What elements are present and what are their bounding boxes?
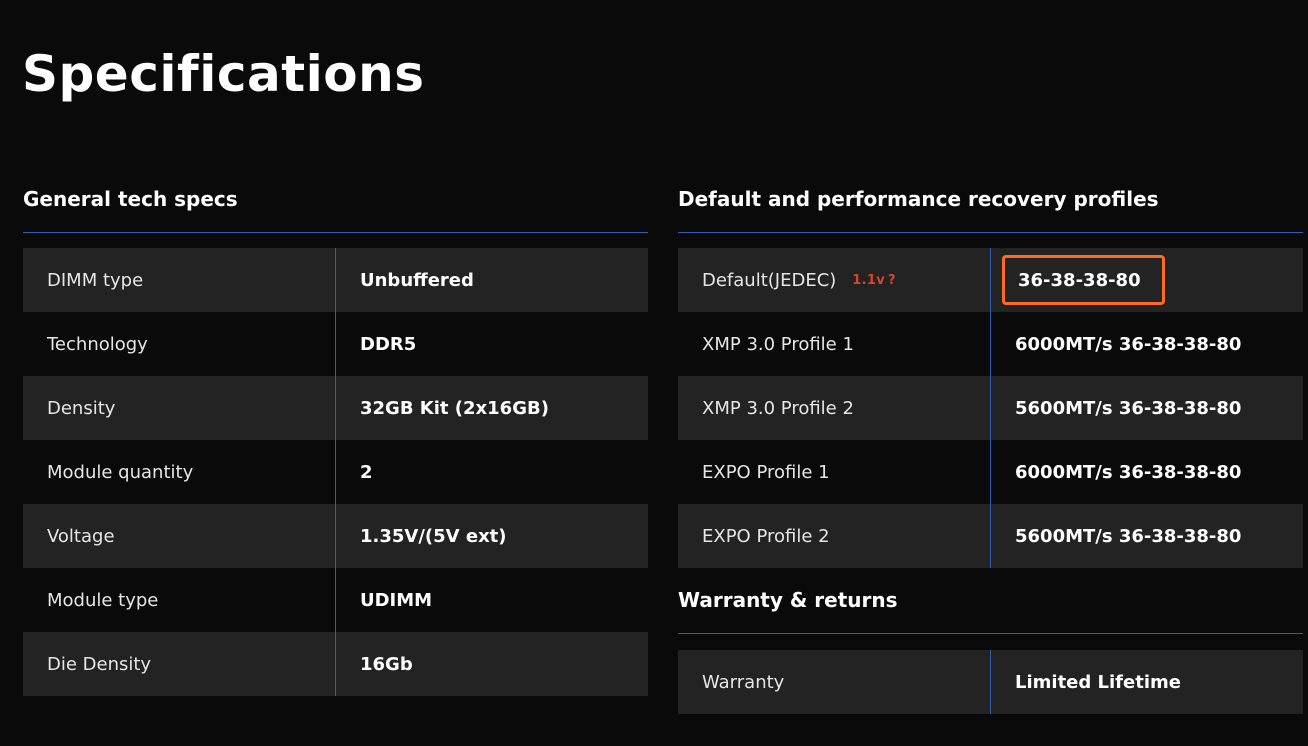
spec-label-module-quantity: Module quantity — [23, 440, 336, 504]
section-divider — [23, 232, 648, 233]
voltage-badge: 1.1v — [852, 272, 886, 288]
spec-label-xmp-profile-1: XMP 3.0 Profile 1 — [678, 312, 991, 376]
spec-value-xmp-profile-2: 5600MT/s 36-38-38-80 — [1015, 397, 1242, 419]
spec-value-expo-profile-2: 5600MT/s 36-38-38-80 — [1015, 525, 1242, 547]
spec-label-expo-profile-1: EXPO Profile 1 — [678, 440, 991, 504]
table-row: EXPO Profile 1 6000MT/s 36-38-38-80 — [678, 440, 1303, 504]
help-icon[interactable]: ? — [888, 273, 896, 288]
spec-label-default-jedec: Default(JEDEC) 1.1v ? — [678, 248, 991, 312]
table-row: Voltage 1.35V/(5V ext) — [23, 504, 648, 568]
warranty-table: Warranty Limited Lifetime — [678, 650, 1303, 714]
table-row: Density 32GB Kit (2x16GB) — [23, 376, 648, 440]
spec-label-module-type: Module type — [23, 568, 336, 632]
spec-label-technology: Technology — [23, 312, 336, 376]
spec-label-die-density: Die Density — [23, 632, 336, 696]
table-row: XMP 3.0 Profile 2 5600MT/s 36-38-38-80 — [678, 376, 1303, 440]
spec-label-warranty: Warranty — [678, 650, 991, 714]
spec-value-die-density: 16Gb — [360, 653, 413, 675]
table-row: Default(JEDEC) 1.1v ? 36-38-38-80 — [678, 248, 1303, 312]
spec-label-xmp-profile-2: XMP 3.0 Profile 2 — [678, 376, 991, 440]
table-row: Die Density 16Gb — [23, 632, 648, 696]
spec-value-xmp-profile-1: 6000MT/s 36-38-38-80 — [1015, 333, 1242, 355]
spec-value-warranty: Limited Lifetime — [1015, 671, 1181, 693]
spec-value-module-quantity: 2 — [360, 461, 373, 483]
warranty-section: Warranty & returns Warranty Limited Life… — [678, 586, 1303, 714]
section-divider — [678, 633, 1303, 634]
table-row: EXPO Profile 2 5600MT/s 36-38-38-80 — [678, 504, 1303, 568]
spec-value-module-type: UDIMM — [360, 589, 433, 611]
spec-value-technology: DDR5 — [360, 333, 417, 355]
highlighted-timing-box: 36-38-38-80 — [1002, 255, 1165, 305]
table-row: Module quantity 2 — [23, 440, 648, 504]
general-tech-specs-section: General tech specs DIMM type Unbuffered … — [23, 185, 648, 696]
spec-value-density: 32GB Kit (2x16GB) — [360, 397, 549, 419]
spec-value-dimm-type: Unbuffered — [360, 269, 474, 291]
specifications-page: Specifications General tech specs DIMM t… — [0, 0, 1308, 746]
spec-value-voltage: 1.35V/(5V ext) — [360, 525, 507, 547]
table-row: DIMM type Unbuffered — [23, 248, 648, 312]
table-row: Technology DDR5 — [23, 312, 648, 376]
profiles-table: Default(JEDEC) 1.1v ? 36-38-38-80 XMP 3.… — [678, 248, 1303, 568]
spec-value-expo-profile-1: 6000MT/s 36-38-38-80 — [1015, 461, 1242, 483]
section-heading-warranty: Warranty & returns — [678, 588, 898, 612]
spec-value-default-jedec: 36-38-38-80 — [991, 248, 1303, 312]
general-specs-table: DIMM type Unbuffered Technology DDR5 Den… — [23, 248, 648, 696]
table-row: XMP 3.0 Profile 1 6000MT/s 36-38-38-80 — [678, 312, 1303, 376]
spec-label-density: Density — [23, 376, 336, 440]
section-divider — [678, 232, 1303, 233]
section-heading-general: General tech specs — [23, 187, 238, 211]
default-jedec-timing: 36-38-38-80 — [1018, 269, 1141, 291]
section-heading-profiles: Default and performance recovery profile… — [678, 187, 1159, 211]
table-row: Module type UDIMM — [23, 568, 648, 632]
table-row: Warranty Limited Lifetime — [678, 650, 1303, 714]
default-jedec-label-text: Default(JEDEC) — [702, 269, 837, 291]
spec-label-expo-profile-2: EXPO Profile 2 — [678, 504, 991, 568]
spec-label-dimm-type: DIMM type — [23, 248, 336, 312]
page-title: Specifications — [22, 45, 425, 103]
performance-profiles-section: Default and performance recovery profile… — [678, 185, 1303, 568]
spec-label-voltage: Voltage — [23, 504, 336, 568]
